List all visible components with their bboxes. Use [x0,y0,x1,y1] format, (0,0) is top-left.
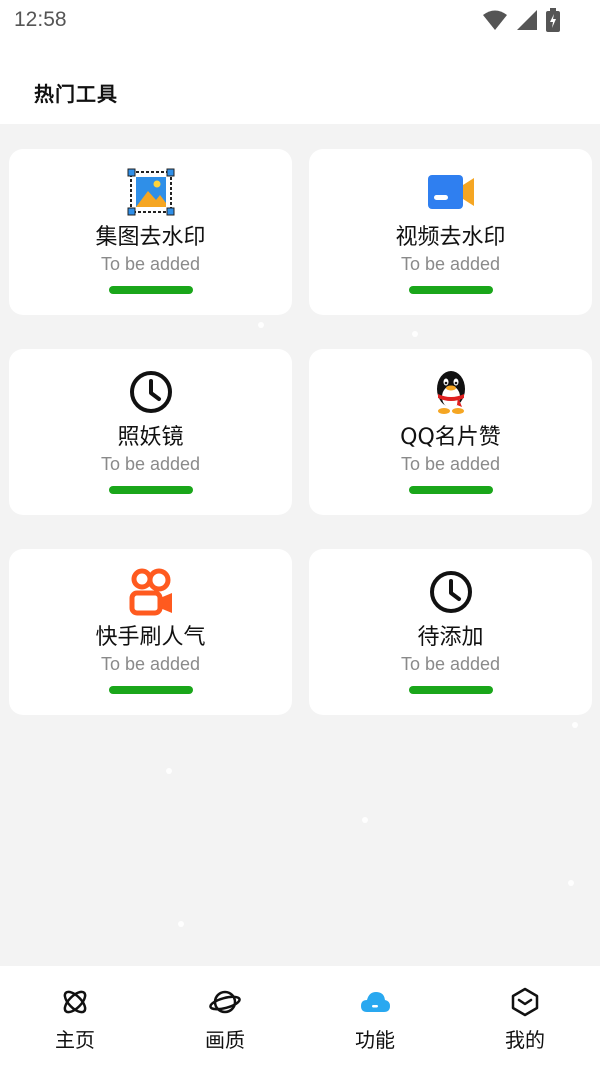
nav-item-home[interactable]: 主页 [0,966,150,1066]
decorative-dot [362,817,368,823]
image-watermark-icon [126,167,176,217]
card-title: 视频去水印 [395,225,506,250]
nav-label: 画质 [205,1028,245,1052]
clock-icon [126,367,176,417]
clock-icon [426,567,476,617]
nav-label: 我的 [505,1028,545,1052]
card-title: QQ名片赞 [400,425,501,450]
card-accent-bar [408,286,493,294]
nav-item-quality[interactable]: 画质 [150,966,300,1066]
card-accent-bar [108,286,193,294]
card-accent-bar [408,486,493,494]
card-title: 集图去水印 [95,225,206,250]
tool-card-image-watermark[interactable]: 集图去水印 To be added [9,149,292,315]
decorative-dot [572,722,578,728]
atom-icon [63,990,87,1014]
nav-label: 功能 [355,1028,395,1052]
decorative-dot [166,768,172,774]
card-subtitle: To be added [400,454,501,474]
status-bar: 12:58 [0,0,600,40]
qq-penguin-icon [426,367,476,417]
card-subtitle: To be added [400,254,501,274]
cloud-icon [361,992,390,1012]
cell-signal-icon [517,10,537,30]
tool-card-mirror[interactable]: 照妖镜 To be added [9,349,292,515]
decorative-dot [178,921,184,927]
tool-card-video-watermark[interactable]: 视频去水印 To be added [309,149,592,315]
page-title: 热门工具 [34,82,118,106]
tool-card-pending[interactable]: 待添加 To be added [309,549,592,715]
nav-item-profile[interactable]: 我的 [450,966,600,1066]
bottom-nav: 主页 画质 功能 我的 [0,966,600,1066]
card-accent-bar [108,686,193,694]
card-title: 快手刷人气 [95,625,206,650]
tool-card-kuaishou[interactable]: 快手刷人气 To be added [9,549,292,715]
tool-card-qq-likes[interactable]: QQ名片赞 To be added [309,349,592,515]
status-icons [482,8,560,32]
status-time: 12:58 [14,8,67,31]
nav-label: 主页 [55,1028,95,1052]
card-title: 待添加 [417,625,484,650]
header: 热门工具 [0,40,600,124]
card-subtitle: To be added [100,454,201,474]
card-subtitle: To be added [100,654,201,674]
card-subtitle: To be added [100,254,201,274]
tool-grid: 集图去水印 To be added 视频去水印 To be added 照妖镜 … [0,124,600,966]
card-subtitle: To be added [400,654,501,674]
wifi-icon [483,10,507,30]
card-accent-bar [108,486,193,494]
battery-icon [546,8,560,32]
card-accent-bar [408,686,493,694]
decorative-dot [568,880,574,886]
planet-icon [209,990,241,1014]
card-title: 照妖镜 [117,425,184,450]
video-camera-icon [426,167,476,217]
decorative-dot [412,331,418,337]
nav-item-functions[interactable]: 功能 [300,966,450,1066]
kuaishou-icon [126,567,176,617]
decorative-dot [258,322,264,328]
cube-icon [511,987,539,1017]
